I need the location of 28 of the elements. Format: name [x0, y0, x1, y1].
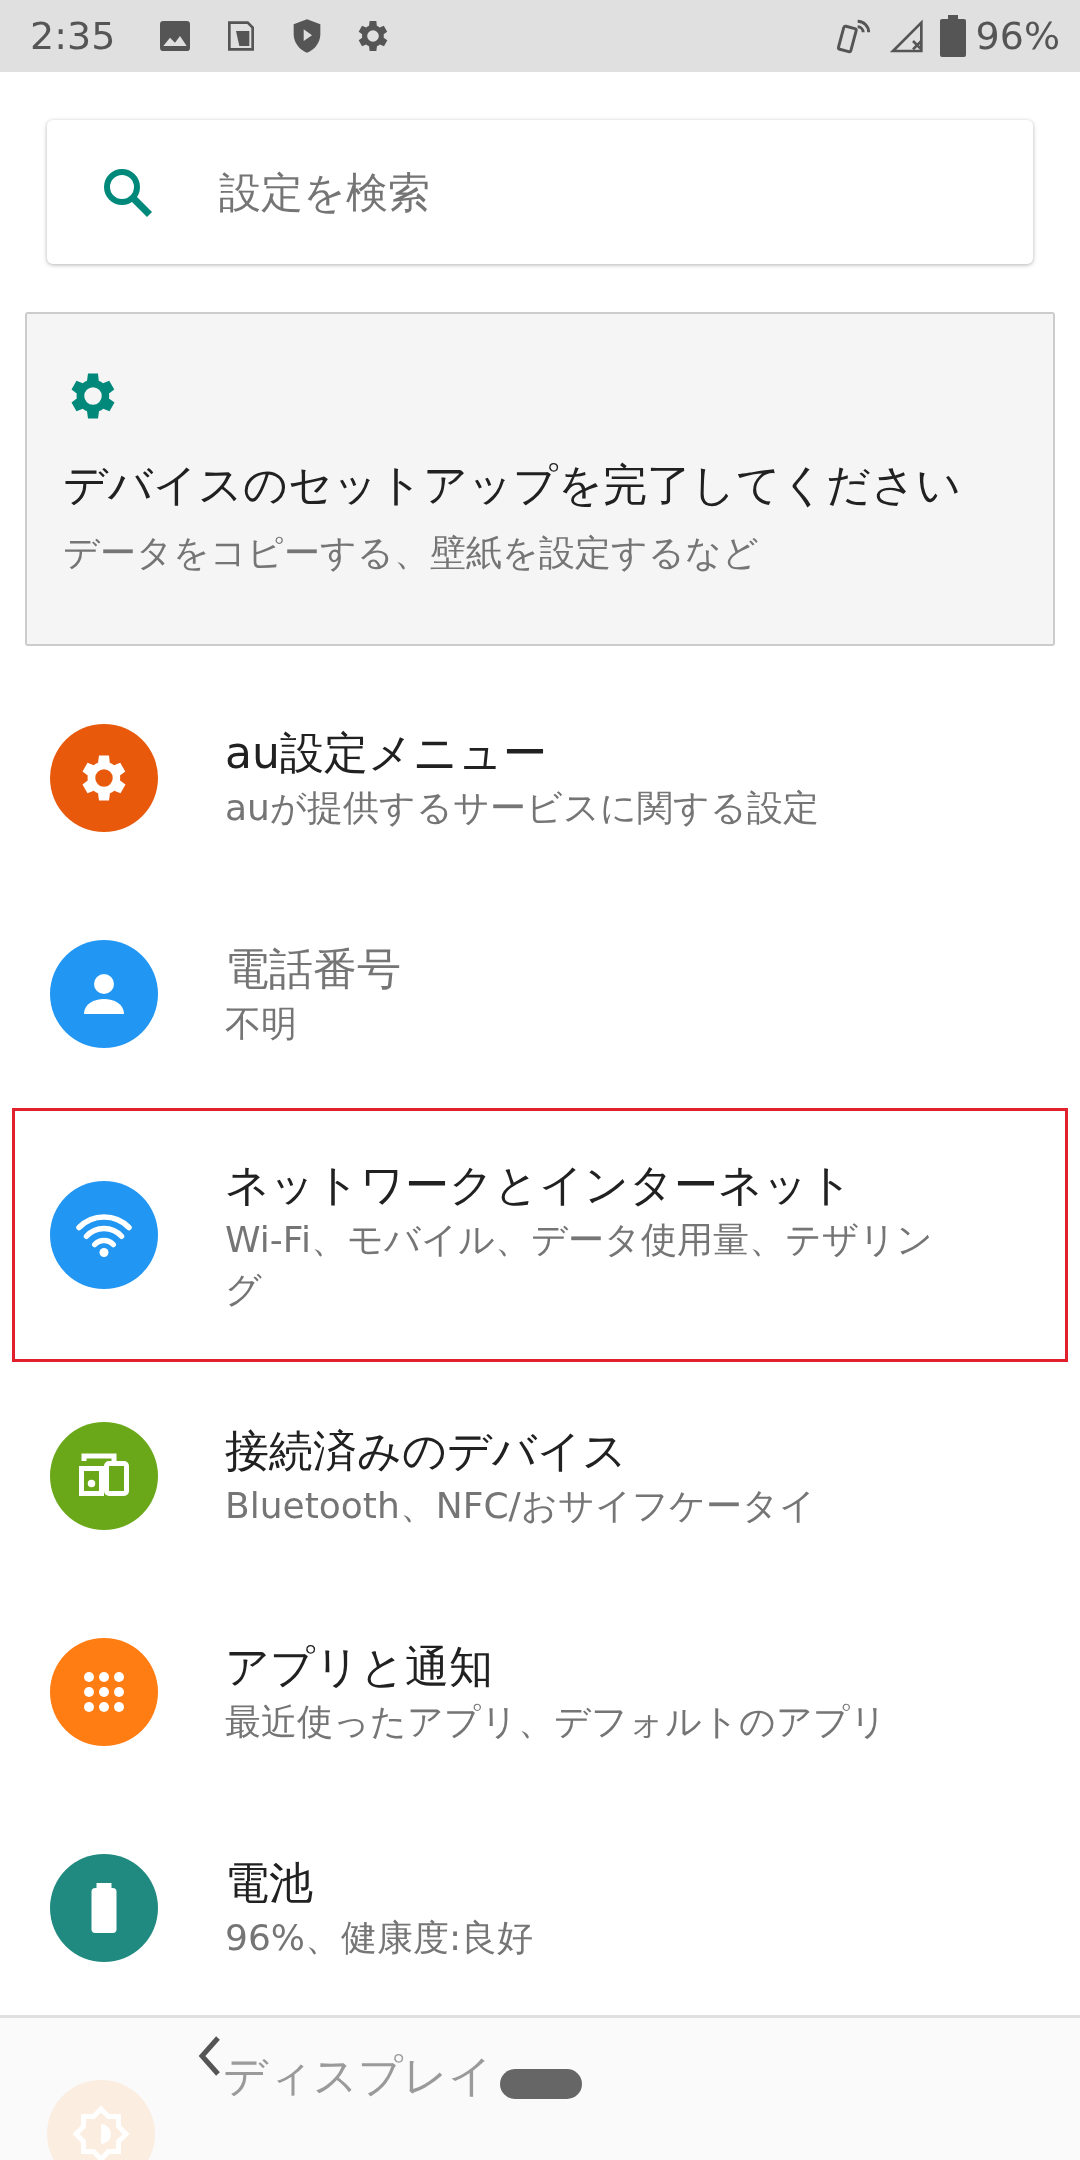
item-title: アプリと通知	[225, 1640, 494, 1694]
battery-icon	[939, 15, 966, 57]
card-subtitle: データをコピーする、壁紙を設定するなど	[63, 531, 760, 575]
card-title: デバイスのセットアップを完了してください	[63, 458, 962, 512]
item-title: 接続済みのデバイス	[225, 1424, 628, 1478]
settings-item[interactable]: ネットワークとインターネット Wi-Fi、モバイル、データ使用量、テザリング	[12, 1108, 1068, 1362]
item-title: 電話番号	[225, 942, 402, 996]
setup-card[interactable]: デバイスのセットアップを完了してください データをコピーする、壁紙を設定するなど	[25, 312, 1055, 646]
status-time: 2:35	[30, 12, 116, 60]
item-subtitle: auが提供するサービスに関する設定	[225, 786, 820, 830]
item-title: ディスプレイ	[223, 2049, 493, 2103]
item-subtitle: 最近使ったアプリ、デフォルトのアプリ	[225, 1700, 888, 1744]
item-title: au設定メニュー	[225, 726, 548, 780]
search-input[interactable]: 設定を検索	[217, 159, 917, 225]
brightness-icon	[71, 2104, 131, 2160]
settings-item[interactable]: アプリと通知 最近使ったアプリ、デフォルトのアプリ	[12, 1590, 1068, 1794]
settings-item[interactable]: au設定メニュー auが提供するサービスに関する設定	[12, 676, 1068, 880]
home-handle[interactable]	[500, 2069, 582, 2099]
battery-percent: 96%	[975, 12, 1060, 60]
item-subtitle: 96%、健康度:良好	[225, 1916, 535, 1960]
item-title: 電池	[225, 1856, 314, 1910]
settings-item[interactable]: 接続済みのデバイス Bluetooth、NFC/おサイフケータイ	[12, 1374, 1068, 1578]
item-subtitle: Wi-Fi、モバイル、データ使用量、テザリング	[225, 1218, 934, 1312]
back-icon[interactable]	[196, 2034, 222, 2078]
item-title: ネットワークとインターネット	[225, 1158, 854, 1212]
settings-item[interactable]: 電池 96%、健康度:良好	[12, 1806, 1068, 2010]
item-subtitle: Bluetooth、NFC/おサイフケータイ	[225, 1484, 817, 1528]
item-subtitle: 不明	[225, 1002, 298, 1046]
